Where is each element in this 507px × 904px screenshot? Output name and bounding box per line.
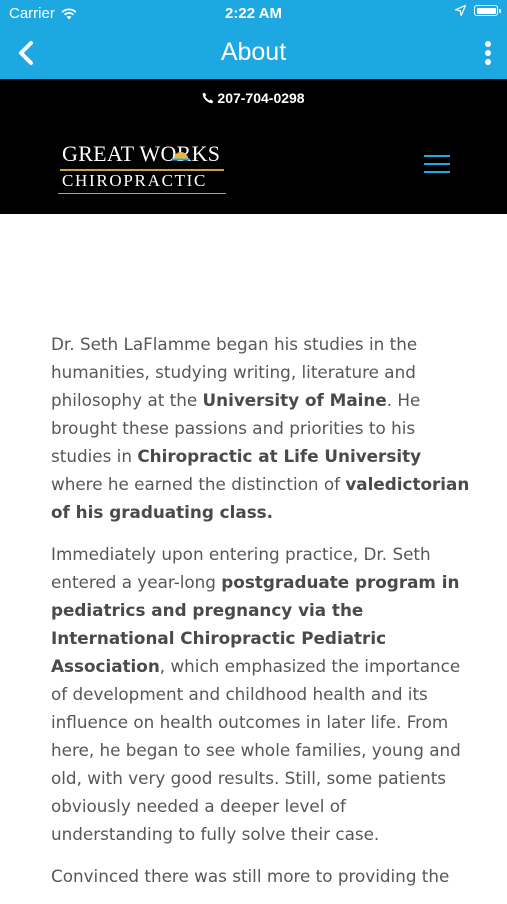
about-content: Dr. Seth LaFlamme began his studies in t… xyxy=(51,330,471,904)
more-options-button[interactable] xyxy=(483,40,493,68)
phone-number: 207-704-0298 xyxy=(217,90,305,106)
phone-icon xyxy=(203,92,214,104)
status-time: 2:22 AM xyxy=(225,5,282,22)
sun-icon xyxy=(172,152,190,161)
phone-link[interactable]: 207-704-0298 xyxy=(0,90,507,106)
text-run: , which emphasized the importance of dev… xyxy=(51,656,461,844)
about-paragraph-3: Convinced there was still more to provid… xyxy=(51,866,450,886)
hamburger-menu-icon xyxy=(424,155,450,173)
site-header: 207-704-0298 GREAT WORKS CHIROPRACTIC xyxy=(0,79,507,214)
vertical-ellipsis-icon xyxy=(485,41,491,65)
status-right-group xyxy=(455,5,501,16)
text-bold-run: Chiropractic at Life University xyxy=(137,446,422,466)
about-paragraph-2: Immediately upon entering practice, Dr. … xyxy=(51,540,471,848)
logo-line-2: CHIROPRACTIC xyxy=(62,171,208,190)
logo-line-1: GREAT WORKS xyxy=(62,141,221,166)
about-paragraph-1: Dr. Seth LaFlamme began his studies in t… xyxy=(51,330,471,526)
text-run: where he earned the distinction of xyxy=(51,474,346,494)
nav-bar: About xyxy=(0,28,507,79)
battery-icon xyxy=(474,5,501,16)
location-arrow-icon xyxy=(455,5,466,16)
logo-underline xyxy=(58,193,226,194)
site-logo[interactable]: GREAT WORKS CHIROPRACTIC xyxy=(58,141,232,196)
text-bold-run: University of Maine xyxy=(202,390,387,410)
page-title: About xyxy=(220,38,287,66)
status-bar: Carrier 2:22 AM xyxy=(0,0,507,28)
menu-button[interactable] xyxy=(424,155,450,175)
